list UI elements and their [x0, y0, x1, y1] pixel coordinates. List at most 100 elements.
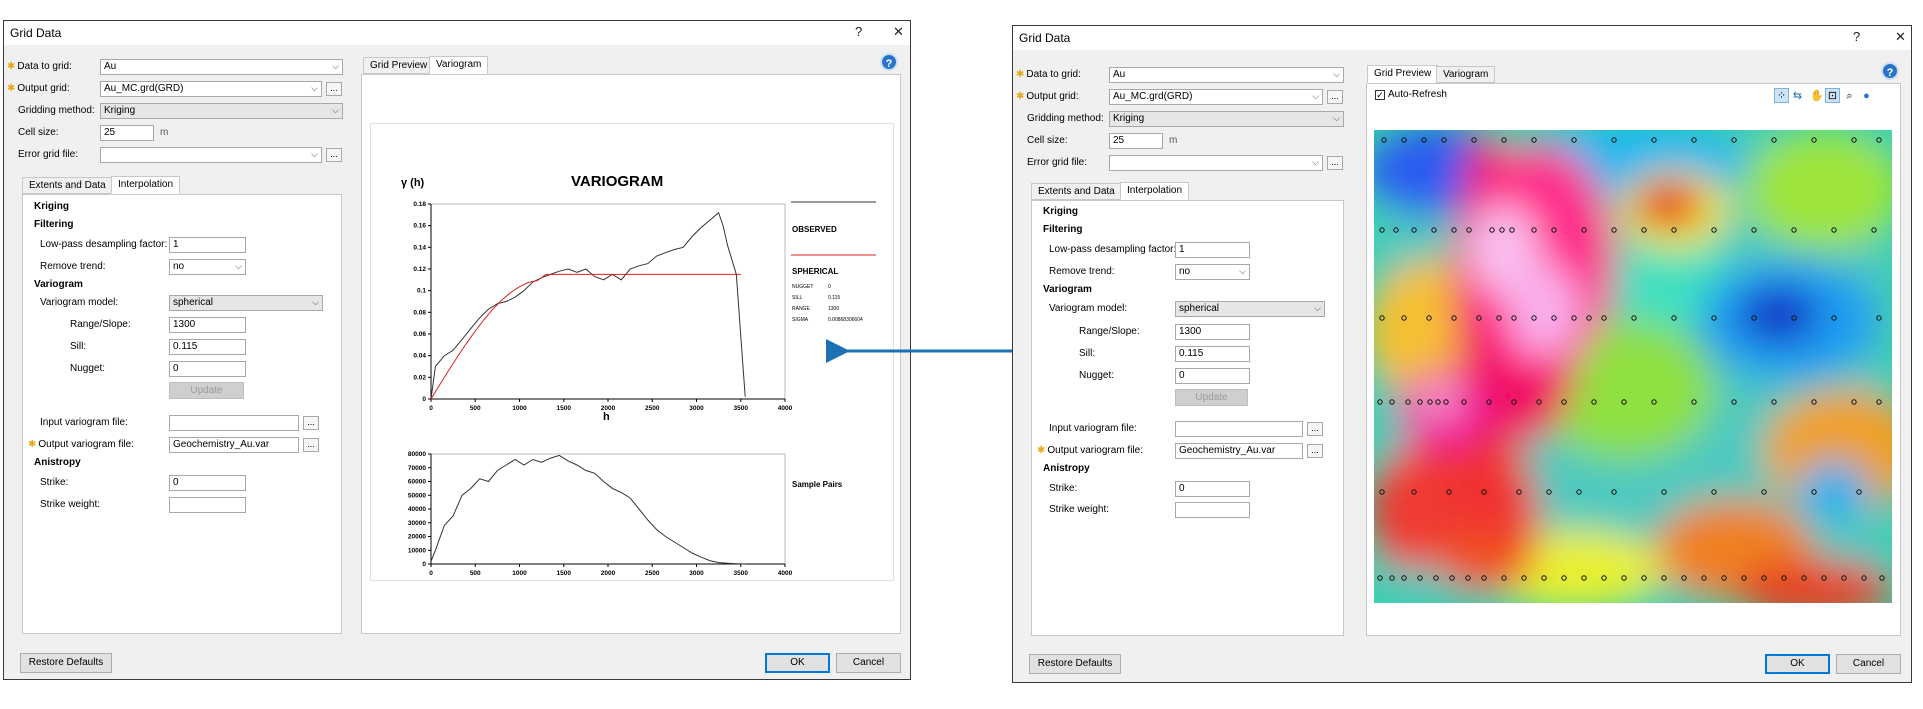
update-button[interactable]: Update	[1175, 389, 1248, 406]
tab-variogram[interactable]: Variogram	[1436, 66, 1496, 83]
tab-extents-and-data[interactable]: Extents and Data	[22, 177, 113, 194]
y-tick-label: 0.08	[413, 309, 426, 316]
tab-interpolation[interactable]: Interpolation	[111, 176, 181, 194]
input-variogram-browse-button[interactable]: ...	[1307, 422, 1323, 436]
update-button[interactable]: Update	[169, 382, 244, 399]
output-variogram-input[interactable]: Geochemistry_Au.var	[1175, 443, 1303, 459]
series-line-observed	[430, 211, 746, 400]
output-variogram-browse-button[interactable]: ...	[303, 438, 319, 452]
remove-trend-select[interactable]: no ⌵	[1175, 264, 1250, 280]
data-to-grid-select[interactable]: Au ⌵	[100, 59, 343, 75]
cancel-button[interactable]: Cancel	[1836, 654, 1901, 674]
strike-input[interactable]: 0	[1175, 481, 1250, 497]
input-variogram-input[interactable]	[1175, 421, 1303, 437]
x-tick-label: 2500	[645, 570, 660, 577]
chevron-down-icon: ⌵	[235, 261, 242, 271]
chevron-down-icon: ⌵	[332, 61, 339, 71]
sill-input[interactable]: 0.115	[169, 339, 246, 355]
lowpass-input[interactable]: 1	[1175, 242, 1250, 258]
restore-defaults-button[interactable]: Restore Defaults	[1029, 654, 1121, 674]
x-tick-label: 1000	[512, 405, 527, 412]
cell-size-input[interactable]: 25	[1109, 133, 1163, 149]
help-title-button[interactable]: ?	[855, 24, 862, 39]
error-grid-select[interactable]: ⌵	[1109, 155, 1323, 171]
gridding-method-select[interactable]: Kriging ⌵	[100, 103, 343, 119]
grid-preview-map[interactable]	[1374, 130, 1892, 603]
y-tick-label: 40000	[408, 506, 426, 513]
output-variogram-browse-button[interactable]: ...	[1307, 444, 1323, 458]
help-title-button[interactable]: ?	[1853, 29, 1860, 44]
y-tick-label: 0.14	[413, 244, 426, 251]
ok-button[interactable]: OK	[1765, 654, 1830, 674]
range-slope-input[interactable]: 1300	[1175, 324, 1250, 340]
cell-size-label: Cell size:	[1027, 135, 1068, 146]
restore-defaults-button[interactable]: Restore Defaults	[20, 653, 112, 673]
variogram-chart-area: VARIOGRAM γ (h) h 0 500 1000 1500 2000 2500 30…	[370, 123, 894, 581]
output-grid-select[interactable]: Au_MC.grd(GRD) ⌵	[100, 81, 322, 97]
tab-grid-preview[interactable]: Grid Preview	[1367, 65, 1439, 83]
y-tick-label: 0	[422, 561, 426, 568]
auto-refresh-checkbox[interactable]: ✓ Auto-Refresh	[1375, 89, 1447, 100]
tab-extents-and-data[interactable]: Extents and Data	[1031, 183, 1122, 200]
y-tick-label: 10000	[408, 547, 426, 554]
x-tick-label: 1500	[557, 570, 572, 577]
tab-grid-preview[interactable]: Grid Preview	[363, 57, 435, 74]
x-tick-label: 1500	[557, 405, 572, 412]
ok-button[interactable]: OK	[765, 653, 830, 673]
error-grid-browse-button[interactable]: ...	[326, 148, 342, 162]
range-slope-label: Range/Slope:	[1079, 326, 1140, 337]
range-slope-label: Range/Slope:	[70, 319, 131, 330]
error-grid-select[interactable]: ⌵	[100, 147, 322, 163]
hand-icon[interactable]: ✋	[1809, 88, 1824, 103]
y-tick-label: 0.1	[417, 288, 426, 295]
observed-legend-label: OBSERVED	[792, 225, 837, 234]
help-icon[interactable]: ?	[1881, 62, 1899, 80]
variogram-model-label: Variogram model:	[1049, 303, 1128, 314]
points-icon[interactable]: ⁘	[1774, 88, 1789, 103]
nugget-input[interactable]: 0	[1175, 368, 1250, 384]
pan-arrows-icon[interactable]: ⇆	[1790, 88, 1805, 103]
sill-input[interactable]: 0.115	[1175, 346, 1250, 362]
required-star-icon: ✱	[7, 61, 16, 72]
output-grid-browse-button[interactable]: ...	[1327, 90, 1343, 104]
variogram-model-select[interactable]: spherical ⌵	[1175, 301, 1325, 317]
y-tick-label: 60000	[408, 479, 426, 486]
chevron-down-icon: ⌵	[311, 149, 318, 159]
param-sill-name: SILL	[792, 295, 803, 301]
input-variogram-input[interactable]	[169, 415, 299, 431]
lowpass-label: Low-pass desampling factor:	[1049, 244, 1177, 255]
error-grid-browse-button[interactable]: ...	[1327, 156, 1343, 170]
cancel-button[interactable]: Cancel	[836, 653, 901, 673]
zoom-box-icon[interactable]: ⊡	[1825, 88, 1840, 103]
close-button[interactable]: ✕	[1895, 29, 1906, 45]
input-variogram-browse-button[interactable]: ...	[303, 416, 319, 430]
nugget-input[interactable]: 0	[169, 361, 246, 377]
param-range-name: RANGE	[792, 306, 810, 312]
output-variogram-label: ✱ Output variogram file:	[1037, 445, 1143, 456]
data-to-grid-select[interactable]: Au ⌵	[1109, 67, 1344, 83]
magnify-icon[interactable]: ⌕	[1842, 88, 1857, 103]
strike-input[interactable]: 0	[169, 475, 246, 491]
title-bar: Grid Data ? ✕	[4, 21, 910, 45]
x-tick-label: 3000	[689, 405, 704, 412]
output-variogram-input[interactable]: Geochemistry_Au.var	[169, 437, 299, 453]
variogram-model-select[interactable]: spherical ⌵	[169, 295, 323, 311]
globe-icon[interactable]: ●	[1859, 88, 1874, 103]
help-icon[interactable]: ?	[880, 53, 898, 71]
output-grid-select[interactable]: Au_MC.grd(GRD) ⌵	[1109, 89, 1323, 105]
kriging-header: Kriging	[34, 201, 69, 212]
tab-interpolation[interactable]: Interpolation	[1120, 182, 1190, 200]
close-button[interactable]: ✕	[893, 24, 904, 40]
strike-weight-input[interactable]	[1175, 502, 1250, 518]
required-star-icon: ✱	[28, 439, 37, 450]
lowpass-input[interactable]: 1	[169, 237, 246, 253]
gridding-method-select[interactable]: Kriging ⌵	[1109, 111, 1344, 127]
strike-weight-input[interactable]	[169, 497, 246, 513]
plot-frame	[430, 203, 786, 400]
remove-trend-select[interactable]: no ⌵	[169, 259, 246, 275]
tab-variogram[interactable]: Variogram	[429, 56, 489, 74]
range-slope-input[interactable]: 1300	[169, 317, 246, 333]
output-grid-browse-button[interactable]: ...	[326, 82, 342, 96]
filtering-header: Filtering	[34, 219, 74, 230]
cell-size-input[interactable]: 25	[100, 125, 154, 141]
